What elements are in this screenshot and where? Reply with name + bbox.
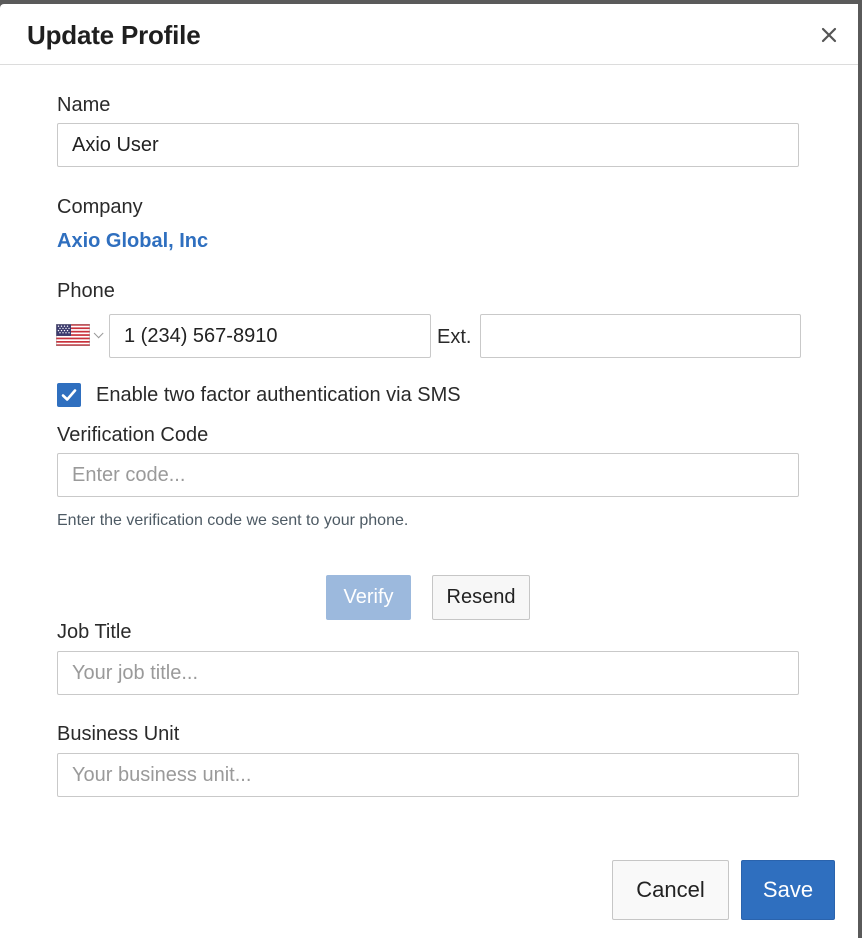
name-input[interactable]: [57, 123, 799, 167]
update-profile-dialog: Update Profile Name Company Axio Global,…: [0, 4, 858, 938]
phone-label: Phone: [57, 280, 115, 302]
company-link[interactable]: Axio Global, Inc: [57, 230, 208, 253]
ext-label: Ext.: [437, 326, 472, 348]
ext-input[interactable]: [480, 314, 801, 358]
close-button[interactable]: [816, 22, 842, 48]
checkmark-icon: [61, 389, 77, 401]
us-flag-icon: [56, 324, 90, 346]
job-title-label: Job Title: [57, 621, 132, 643]
two-factor-label: Enable two factor authentication via SMS: [96, 384, 461, 406]
cancel-button[interactable]: Cancel: [612, 860, 729, 920]
company-label: Company: [57, 196, 143, 218]
verification-code-label: Verification Code: [57, 424, 209, 446]
resend-button[interactable]: Resend: [432, 575, 530, 620]
save-button[interactable]: Save: [741, 860, 835, 920]
close-icon: [821, 27, 837, 43]
dialog-title: Update Profile: [27, 20, 201, 50]
verification-help-text: Enter the verification code we sent to y…: [57, 512, 409, 529]
verification-code-input[interactable]: [57, 453, 799, 497]
country-code-select[interactable]: [56, 320, 106, 350]
phone-input[interactable]: [109, 314, 431, 358]
two-factor-checkbox[interactable]: [57, 383, 81, 407]
name-label: Name: [57, 94, 111, 116]
dialog-header: Update Profile: [0, 4, 858, 65]
job-title-input[interactable]: [57, 651, 799, 695]
business-unit-label: Business Unit: [57, 723, 180, 745]
business-unit-input[interactable]: [57, 753, 799, 797]
chevron-down-icon: [93, 327, 104, 338]
verify-button[interactable]: Verify: [326, 575, 411, 620]
